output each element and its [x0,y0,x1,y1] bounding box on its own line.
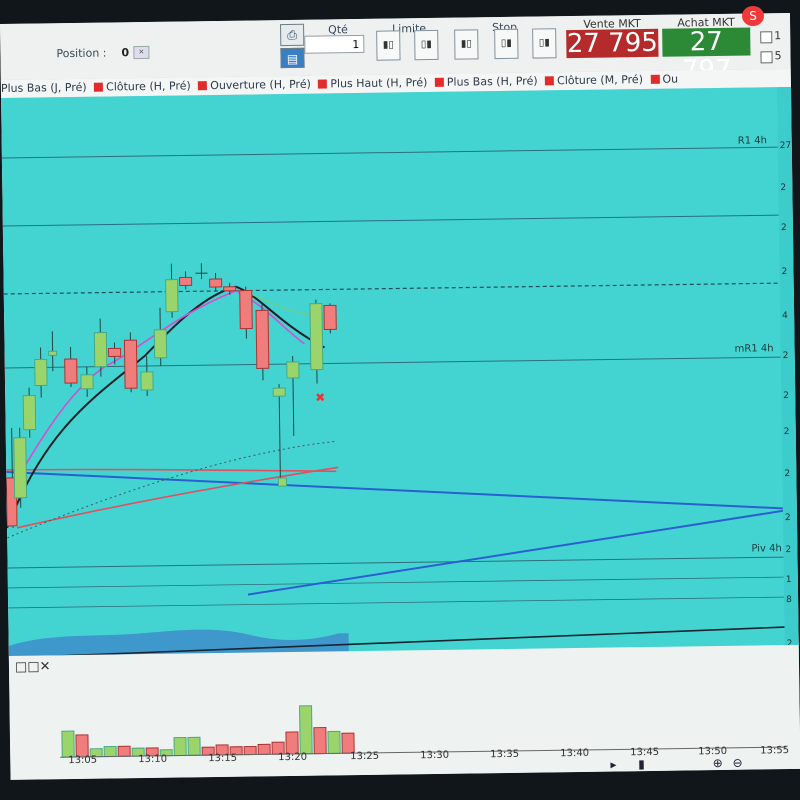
price-tick: 2 [784,513,791,524]
dotted-line [6,440,336,539]
stop-buy-icon[interactable]: ▯▮ [532,28,557,59]
zoom-in-icon[interactable]: ⊕ [713,756,723,770]
price-tick: 2 [781,267,788,278]
position-label: Position : [56,46,107,61]
checkbox-1[interactable] [760,31,773,44]
legend-swatch [198,81,208,91]
time-tick: 13:20 [278,751,308,764]
legend-item[interactable]: Clôture (M, Pré) [545,71,643,90]
legend-swatch [318,79,328,89]
level-line [7,576,784,589]
position-value: 0 [121,46,130,60]
price-tick: 2 [783,427,790,438]
stop-sell-icon[interactable]: ▮▯ [454,29,479,60]
candles: ✖ [5,263,337,528]
svg-text:✖: ✖ [315,390,325,404]
price-tick: 4 [782,311,788,322]
time-tick: 13:05 [68,754,98,767]
monitor: Position : 0 ✕ ⎙ ▤ Qté 1 Limite ▮▯ ▯▮ St… [0,0,800,800]
legend-swatch [434,77,444,87]
price-tick: 2 [780,223,787,234]
price-tick: 8 [786,595,792,606]
quantity-input[interactable]: 1 [304,34,365,54]
time-tick: 13:35 [490,748,520,761]
play-icon[interactable]: ▸ [610,757,616,771]
time-tick: 13:40 [560,747,590,760]
position-close-icon[interactable]: ✕ [133,45,150,60]
mr1-line [4,356,781,369]
keyboard-icon[interactable]: ▤ [280,47,305,69]
stop-trail-icon[interactable]: ▯▮ [494,28,519,60]
trading-screen: Position : 0 ✕ ⎙ ▤ Qté 1 Limite ▮▯ ▯▮ St… [0,12,800,780]
dashed-level-line [3,282,780,295]
r1-label: R1 4h [737,135,767,147]
legend-item[interactable]: Ou [650,71,678,89]
checkbox-5-label: 5 [774,49,782,63]
time-tick: 13:10 [138,753,168,766]
legend-item[interactable]: Clôture (H, Pré) [94,77,191,96]
price-tick: 2 [782,351,789,362]
legend-item[interactable]: Plus Haut (H, Pré) [318,74,427,94]
app-logo-icon[interactable]: S [742,6,764,26]
checkbox-1-label: 1 [774,29,782,43]
price-tick: 1 [785,575,792,586]
scroll-icon[interactable]: ▮ [638,757,645,771]
level-line [2,214,779,227]
red-ma-line [16,466,339,529]
legend-swatch [545,76,555,86]
zoom-out-icon[interactable]: ⊖ [732,756,742,770]
piv-line [7,556,784,569]
price-tick: 2 [784,469,791,480]
legend-item[interactable]: Ouverture (H, Pré) [198,76,311,96]
time-tick: 13:55 [760,745,790,757]
price-tick: 27 [779,140,792,152]
piv-label: Piv 4h [751,543,782,555]
time-tick: 13:25 [350,750,380,763]
sell-mkt-button[interactable]: 27 795 [566,28,659,59]
r1-line [1,146,778,159]
price-chart-svg: ✖ [1,146,796,666]
legend-item[interactable]: Plus Bas (J, Pré) [1,79,87,98]
level-line [8,596,785,609]
time-tick: 13:15 [208,752,238,765]
limit-sell-icon[interactable]: ▮▯ [376,30,401,61]
legend-swatch [650,74,660,84]
checkbox-5[interactable] [760,51,773,64]
buy-mkt-button[interactable]: 27 797 [662,27,751,85]
price-tick: 2 [780,183,787,194]
price-tick: 2 [783,391,790,402]
zoom-controls: ▸ ▮ ⊕ ⊖ [610,756,742,772]
legend-swatch [94,82,104,92]
price-chart[interactable]: ✖ R1 4h mR1 4h Piv 4h 27 2 2 2 4 2 2 2 2… [1,86,799,674]
time-tick: 13:30 [420,749,450,762]
limit-buy-icon[interactable]: ▯▮ [414,29,439,61]
green-ma-line [243,289,315,317]
trend-line [247,507,796,596]
price-tick: 2 [785,545,792,556]
mr1-label: mR1 4h [734,343,774,355]
printer-icon[interactable]: ⎙ [280,23,305,47]
legend-item[interactable]: Plus Bas (H, Pré) [434,73,538,92]
